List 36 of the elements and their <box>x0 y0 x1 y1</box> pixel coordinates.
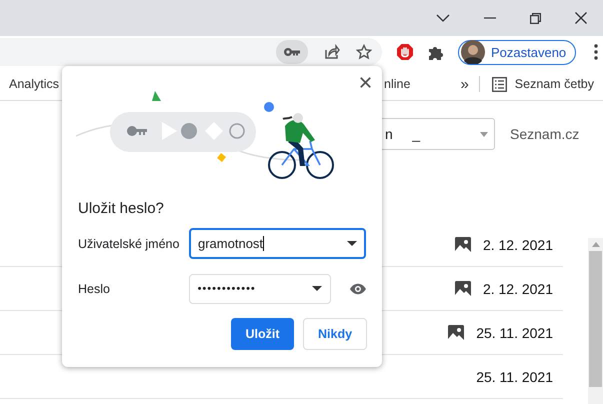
scrollbar[interactable] <box>588 238 603 404</box>
password-field[interactable]: •••••••••••• <box>188 274 332 304</box>
menu-icon[interactable] <box>594 44 598 60</box>
dialog-title: Uložit heslo? <box>78 200 165 217</box>
bookmarks-overflow[interactable]: » <box>460 76 469 92</box>
reading-list-button[interactable]: Seznam četby <box>514 77 594 91</box>
eye-icon[interactable] <box>349 282 367 294</box>
password-key-button[interactable] <box>276 40 308 64</box>
save-button[interactable]: Uložit <box>231 318 294 350</box>
close-icon[interactable] <box>575 12 587 24</box>
star-icon[interactable] <box>356 44 372 60</box>
field-label: Uživatelské jméno <box>78 236 180 250</box>
reading-list-icon[interactable] <box>492 76 507 92</box>
restore-icon[interactable] <box>530 12 541 24</box>
share-icon[interactable] <box>324 44 340 60</box>
bookmark-item[interactable]: Analytics <box>9 77 60 91</box>
dropdown-arrow-icon <box>480 132 488 136</box>
dropdown-arrow-icon[interactable] <box>312 286 322 291</box>
site-label: Seznam.cz <box>510 126 580 142</box>
key-icon <box>283 47 301 57</box>
username-field[interactable]: gramotnost <box>189 228 366 259</box>
never-button[interactable]: Nikdy <box>303 318 367 350</box>
stop-hand-icon[interactable] <box>396 43 414 61</box>
date-text: 25. 11. 2021 <box>476 368 553 384</box>
minimize-icon[interactable] <box>484 17 496 19</box>
field-label: Heslo <box>78 282 111 296</box>
avatar-icon <box>461 40 485 64</box>
date-text: 2. 12. 2021 <box>482 280 553 296</box>
date-text: 25. 11. 2021 <box>476 324 553 340</box>
close-icon[interactable] <box>360 77 371 88</box>
bookmark-item[interactable]: nline <box>384 77 410 91</box>
puzzle-icon[interactable] <box>428 44 444 60</box>
profile-button[interactable]: Pozastaveno <box>458 40 576 64</box>
tab-search-icon[interactable] <box>436 14 450 22</box>
dropdown-arrow-icon[interactable] <box>347 241 357 246</box>
date-text: 2. 12. 2021 <box>482 236 553 252</box>
